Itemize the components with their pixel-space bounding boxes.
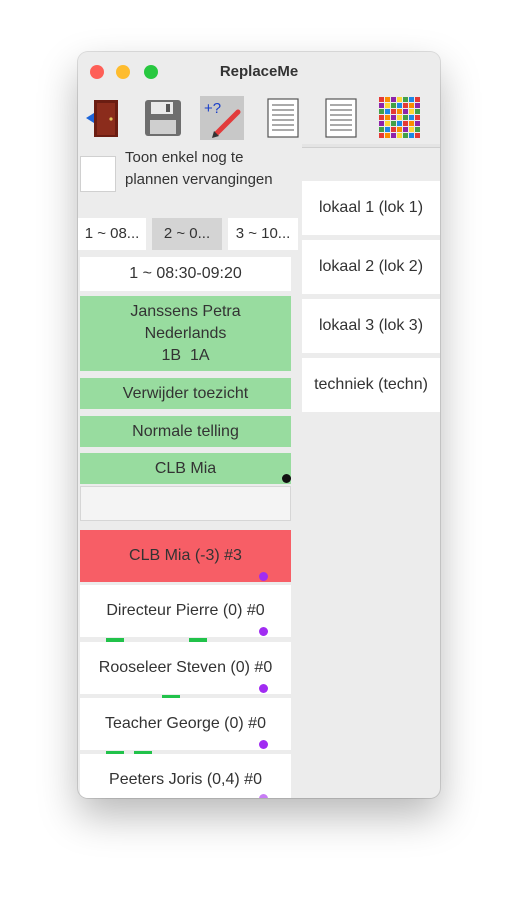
room-header	[302, 144, 440, 148]
slot-tab-1[interactable]: 1 ~ 08...	[78, 218, 146, 250]
teacher-row[interactable]: Peeters Joris (0,4) #0	[80, 754, 291, 798]
selected-slot: 1 ~ 08:30-09:20	[80, 257, 291, 291]
room-item[interactable]: lokaal 3 (lok 3)	[302, 299, 440, 353]
title-bar: ReplaceMe	[78, 52, 440, 92]
status-dot	[282, 474, 291, 483]
slot-tab-2[interactable]: 2 ~ 0...	[152, 218, 222, 250]
color-grid-icon[interactable]	[378, 96, 422, 140]
window-title: ReplaceMe	[219, 63, 299, 80]
room-item[interactable]: lokaal 1 (lok 1)	[302, 181, 440, 235]
availability-dot	[259, 572, 268, 581]
lesson-classes: 1B 1A	[161, 347, 210, 364]
add-question-pencil-icon[interactable]: +?	[200, 96, 244, 140]
slot-tab-3[interactable]: 3 ~ 10...	[228, 218, 298, 250]
assigned-teacher[interactable]: CLB Mia	[80, 453, 291, 484]
room-item[interactable]: lokaal 2 (lok 2)	[302, 240, 440, 294]
empty-slot[interactable]	[80, 486, 291, 521]
availability-dot	[259, 684, 268, 693]
app-window: ReplaceMe +? Toon enkel nog te plannen v…	[78, 52, 440, 798]
exit-door-icon[interactable]	[84, 96, 128, 140]
document-icon[interactable]	[319, 96, 363, 140]
save-floppy-icon[interactable]	[141, 96, 185, 140]
room-item[interactable]: techniek (techn)	[302, 358, 440, 412]
availability-dot	[259, 794, 268, 798]
normal-count-button[interactable]: Normale telling	[80, 416, 291, 447]
filter-checkbox[interactable]	[80, 156, 116, 192]
lesson-teacher: Janssens Petra	[130, 303, 241, 320]
svg-text:+?: +?	[204, 100, 221, 117]
lesson-card[interactable]: Janssens Petra Nederlands 1B 1A	[80, 296, 291, 371]
document-icon[interactable]	[261, 96, 305, 140]
toolbar: +?	[78, 92, 440, 144]
lesson-subject: Nederlands	[144, 325, 227, 342]
filter-label: Toon enkel nog te plannen vervangingen	[125, 149, 273, 188]
availability-dot	[259, 740, 268, 749]
remove-supervision-button[interactable]: Verwijder toezicht	[80, 378, 291, 409]
availability-dot	[259, 627, 268, 636]
